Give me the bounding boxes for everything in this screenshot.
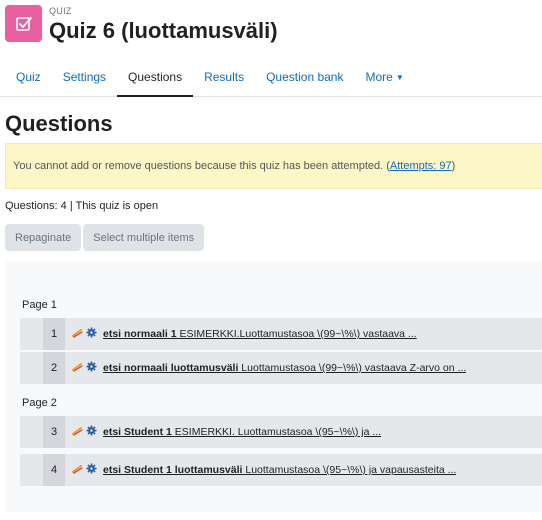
- question-preview: Luottamustasoa \(95~\%\) ja vapausasteit…: [245, 464, 457, 476]
- secondary-navigation: Quiz Settings Questions Results Question…: [0, 58, 542, 97]
- question-row: 1 etsi normaali 1 ESIMERKKI.Luottamustas…: [20, 318, 542, 350]
- activity-type-label: QUIZ: [49, 6, 72, 16]
- tab-quiz-label: Quiz: [16, 70, 41, 84]
- tab-settings[interactable]: Settings: [52, 58, 117, 96]
- calculated-question-icon: [72, 423, 83, 441]
- question-row: 4 etsi Student 1 luottamusväli Luottamus…: [20, 454, 542, 486]
- calculated-question-icon: [72, 325, 83, 343]
- select-multiple-button[interactable]: Select multiple items: [83, 224, 205, 251]
- question-link[interactable]: etsi normaali 1 ESIMERKKI.Luottamustasoa…: [103, 328, 417, 340]
- gear-icon[interactable]: [86, 423, 97, 441]
- page-heading-2: Page 2: [22, 397, 57, 409]
- tab-results-label: Results: [204, 70, 245, 84]
- gear-icon[interactable]: [86, 325, 97, 343]
- tab-more[interactable]: More ▼: [354, 58, 414, 96]
- attempts-link[interactable]: Attempts: 97: [390, 160, 452, 172]
- edit-toolbar: Repaginate Select multiple items: [5, 224, 205, 251]
- question-preview: ESIMERKKI.Luottamustasoa \(99~\%\) vasta…: [179, 328, 417, 340]
- question-number: 1: [43, 318, 65, 350]
- tab-quiz[interactable]: Quiz: [5, 58, 52, 96]
- quiz-icon: [5, 5, 42, 42]
- page-header: QUIZ Quiz 6 (luottamusväli): [5, 5, 278, 44]
- tab-results[interactable]: Results: [193, 58, 255, 96]
- page-heading-1: Page 1: [22, 299, 57, 311]
- page-title: Quiz 6 (luottamusväli): [49, 18, 278, 43]
- tab-questions-label: Questions: [128, 70, 183, 84]
- question-preview: Luottamustasoa \(99~\%\) vastaava Z-arvo…: [241, 362, 467, 374]
- repaginate-button[interactable]: Repaginate: [5, 224, 82, 251]
- question-number: 3: [43, 416, 65, 448]
- gear-icon[interactable]: [86, 461, 97, 479]
- gear-icon[interactable]: [86, 359, 97, 377]
- question-name: etsi Student 1: [103, 426, 172, 438]
- calculated-question-icon: [72, 461, 83, 479]
- section-heading: Questions: [5, 111, 113, 136]
- tab-settings-label: Settings: [62, 70, 107, 84]
- question-list: Page 1 1 etsi normaali 1 ESIMERKKI.Luott…: [5, 262, 542, 512]
- alert-suffix: ): [451, 160, 456, 172]
- attempted-alert: You cannot add or remove questions becau…: [5, 143, 542, 189]
- question-number: 2: [43, 352, 65, 384]
- question-preview: ESIMERKKI. Luottamustasoa \(95~\%\) ja .…: [174, 426, 382, 438]
- question-name: etsi normaali luottamusväli: [103, 362, 239, 374]
- tab-more-label: More: [365, 70, 393, 84]
- question-row: 2 etsi normaali luottamusväli Luottamust…: [20, 352, 542, 384]
- tab-question-bank[interactable]: Question bank: [255, 58, 354, 96]
- question-link[interactable]: etsi Student 1 ESIMERKKI. Luottamustasoa…: [103, 426, 381, 438]
- question-link[interactable]: etsi Student 1 luottamusväli Luottamusta…: [103, 464, 456, 476]
- question-name: etsi normaali 1: [103, 328, 177, 340]
- alert-text: You cannot add or remove questions becau…: [13, 160, 390, 172]
- chevron-down-icon: ▼: [395, 72, 404, 82]
- quiz-status: Questions: 4 | This quiz is open: [5, 200, 159, 212]
- question-link[interactable]: etsi normaali luottamusväli Luottamustas…: [103, 362, 466, 374]
- calculated-question-icon: [72, 359, 83, 377]
- question-row: 3 etsi Student 1 ESIMERKKI. Luottamustas…: [20, 416, 542, 448]
- question-name: etsi Student 1 luottamusväli: [103, 464, 243, 476]
- tab-questions[interactable]: Questions: [117, 58, 194, 97]
- question-number: 4: [43, 454, 65, 486]
- tab-question-bank-label: Question bank: [266, 70, 344, 84]
